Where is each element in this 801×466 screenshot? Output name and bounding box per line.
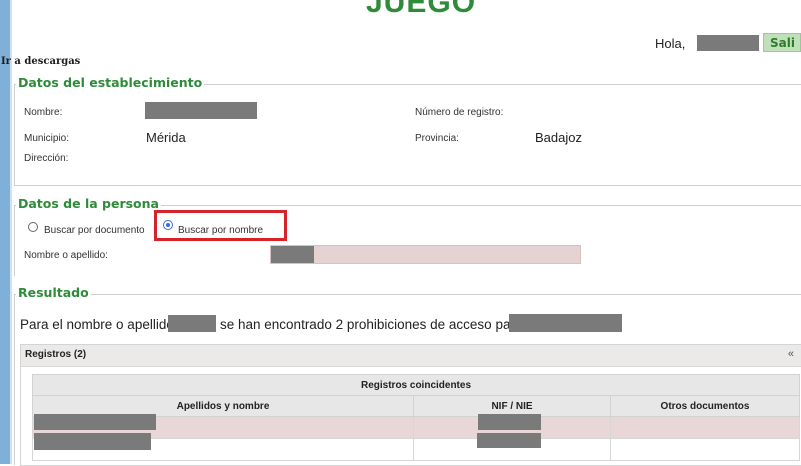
redacted-username [697,35,759,51]
provincia-label: Provincia: [415,133,459,144]
redacted-row1-nif [478,414,541,430]
radio-buscar-nombre[interactable] [163,220,173,230]
downloads-link[interactable]: Ir a descargas [1,56,80,67]
page-title: JUEGO [366,0,477,19]
col-header-otros: Otros documentos [610,395,800,417]
person-legend: Datos de la persona [16,196,161,211]
establishment-section [14,84,801,186]
redacted-row2-name [34,433,151,450]
redacted-row1-name [34,414,156,430]
result-text-part2: se han encontrado 2 prohibiciones de acc… [220,317,523,332]
nombre-apellido-label: Nombre o apellido: [24,250,108,261]
registros-panel-title: Registros (2) [25,349,87,360]
establishment-legend: Datos del establecimiento [16,75,205,90]
radio-buscar-documento-label[interactable]: Buscar por documento [44,225,145,236]
radio-buscar-nombre-label[interactable]: Buscar por nombre [178,225,263,236]
result-legend: Resultado [16,285,91,300]
municipio-label: Municipio: [24,133,70,144]
provincia-value: Badajoz [535,130,582,145]
redacted-searched-name [168,315,216,332]
municipio-value: Mérida [146,130,186,145]
nombre-apellido-input[interactable] [270,245,581,264]
radio-buscar-documento[interactable] [28,222,38,232]
cell-otros [610,416,800,439]
redacted-establishment-ref [509,314,622,332]
exit-button[interactable]: Sali [763,33,801,52]
redacted-search-value [271,246,314,263]
table-caption: Registros coincidentes [32,374,800,396]
registro-label: Número de registro: [415,107,504,118]
collapse-icon[interactable]: « [788,348,794,360]
cell-otros [610,438,800,461]
redacted-establishment-name [145,102,257,119]
result-text-part1: Para el nombre o apellido [20,317,174,332]
result-message: Para el nombre o apellido [20,317,174,332]
direccion-label: Dirección: [24,153,69,164]
greeting-text: Hola, [655,36,686,51]
nombre-label: Nombre: [24,107,63,118]
window-left-border [0,0,10,464]
registros-panel-header[interactable]: Registros (2) « [21,345,801,367]
redacted-row2-nif [477,433,541,448]
person-section [14,205,801,276]
